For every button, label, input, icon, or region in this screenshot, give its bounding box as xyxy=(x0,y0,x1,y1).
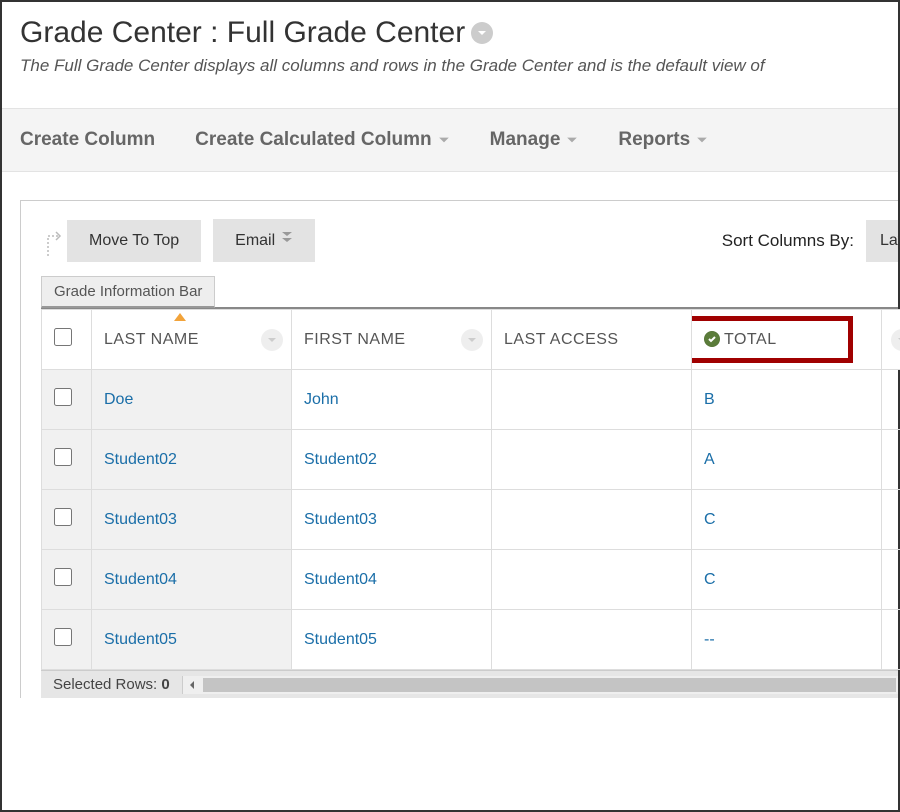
move-to-top-label: Move To Top xyxy=(89,232,179,250)
cell-last-access[interactable] xyxy=(492,490,692,550)
cell-extra[interactable] xyxy=(882,430,900,490)
cell-extra[interactable] xyxy=(882,370,900,430)
table-header-row: LAST NAME FIRST NAME LAST ACCESS xyxy=(42,310,900,370)
chevron-down-icon xyxy=(438,134,450,146)
manage-button[interactable]: Manage xyxy=(490,129,579,151)
reports-button[interactable]: Reports xyxy=(618,129,708,151)
title-chevron-icon[interactable] xyxy=(471,22,493,44)
cell-last-name[interactable]: Student04 xyxy=(92,550,292,610)
row-checkbox[interactable] xyxy=(54,568,72,586)
total-header-label: TOTAL xyxy=(724,331,777,348)
row-checkbox[interactable] xyxy=(54,508,72,526)
cell-last-access[interactable] xyxy=(492,550,692,610)
double-chevron-down-icon xyxy=(281,231,293,250)
selected-rows-label: Selected Rows: xyxy=(53,676,157,693)
cell-last-name[interactable]: Student03 xyxy=(92,490,292,550)
move-arrow-icon xyxy=(41,224,67,258)
create-calculated-column-button[interactable]: Create Calculated Column xyxy=(195,129,450,151)
cell-total[interactable]: C xyxy=(692,490,882,550)
cell-first-name[interactable]: Student04 xyxy=(292,550,492,610)
cell-total[interactable]: -- xyxy=(692,610,882,670)
manage-label: Manage xyxy=(490,129,561,151)
row-checkbox[interactable] xyxy=(54,448,72,466)
column-menu-icon[interactable] xyxy=(891,329,900,351)
cell-total[interactable]: C xyxy=(692,550,882,610)
table-row: Student05Student05 -- xyxy=(42,610,900,670)
check-circle-icon xyxy=(704,331,720,347)
cell-total[interactable]: B xyxy=(692,370,882,430)
cell-last-name[interactable]: Student02 xyxy=(92,430,292,490)
column-header-extra[interactable] xyxy=(882,310,900,370)
layout-order-label: Lay xyxy=(880,232,898,249)
table-row: Student04Student04 C xyxy=(42,550,900,610)
column-header-first-name[interactable]: FIRST NAME xyxy=(292,310,492,370)
cell-extra[interactable] xyxy=(882,610,900,670)
page-header: Grade Center : Full Grade Center The Ful… xyxy=(2,2,898,84)
grade-table: LAST NAME FIRST NAME LAST ACCESS xyxy=(41,309,900,670)
cell-last-access[interactable] xyxy=(492,610,692,670)
cell-first-name[interactable]: John xyxy=(292,370,492,430)
footer-bar: Selected Rows: 0 xyxy=(41,670,898,698)
last-name-header-label: LAST NAME xyxy=(104,331,199,348)
row-checkbox[interactable] xyxy=(54,388,72,406)
header-checkbox-cell xyxy=(42,310,92,370)
chevron-down-icon xyxy=(566,134,578,146)
cell-first-name[interactable]: Student03 xyxy=(292,490,492,550)
table-row: DoeJohn B xyxy=(42,370,900,430)
row-checkbox-cell xyxy=(42,370,92,430)
page-title: Grade Center : Full Grade Center xyxy=(20,16,465,50)
grade-information-bar[interactable]: Grade Information Bar xyxy=(41,276,215,308)
row-checkbox-cell xyxy=(42,550,92,610)
column-header-total[interactable]: TOTAL xyxy=(692,310,882,370)
sort-caret-up-icon xyxy=(174,310,186,327)
cell-extra[interactable] xyxy=(882,550,900,610)
column-header-last-access[interactable]: LAST ACCESS xyxy=(492,310,692,370)
horizontal-scrollbar[interactable] xyxy=(182,676,898,694)
cell-first-name[interactable]: Student02 xyxy=(292,430,492,490)
grid-toolbar: Move To Top Email Sort Columns By: Lay xyxy=(41,219,898,262)
scroll-left-icon[interactable] xyxy=(183,676,201,694)
create-column-label: Create Column xyxy=(20,129,155,151)
move-to-top-button[interactable]: Move To Top xyxy=(67,220,201,262)
select-all-checkbox[interactable] xyxy=(54,328,72,346)
page-description: The Full Grade Center displays all colum… xyxy=(20,56,880,76)
column-menu-icon[interactable] xyxy=(261,329,283,351)
layout-order-button[interactable]: Lay xyxy=(866,220,898,262)
action-bar: Create Column Create Calculated Column M… xyxy=(2,108,898,172)
cell-total[interactable]: A xyxy=(692,430,882,490)
table-row: Student02Student02 A xyxy=(42,430,900,490)
table-row: Student03Student03 C xyxy=(42,490,900,550)
selected-rows-count: 0 xyxy=(161,676,169,693)
cell-first-name[interactable]: Student05 xyxy=(292,610,492,670)
create-column-button[interactable]: Create Column xyxy=(20,129,155,151)
scroll-thumb[interactable] xyxy=(203,678,896,692)
grid-wrap: LAST NAME FIRST NAME LAST ACCESS xyxy=(41,307,898,670)
sort-columns-by-label: Sort Columns By: xyxy=(722,231,854,251)
email-label: Email xyxy=(235,232,275,250)
cell-extra[interactable] xyxy=(882,490,900,550)
cell-last-name[interactable]: Doe xyxy=(92,370,292,430)
page-title-row: Grade Center : Full Grade Center xyxy=(20,16,880,50)
row-checkbox-cell xyxy=(42,610,92,670)
column-menu-icon[interactable] xyxy=(461,329,483,351)
cell-last-access[interactable] xyxy=(492,370,692,430)
email-button[interactable]: Email xyxy=(213,219,315,262)
cell-last-name[interactable]: Student05 xyxy=(92,610,292,670)
selected-rows: Selected Rows: 0 xyxy=(41,672,182,697)
grid-area: Move To Top Email Sort Columns By: Lay G… xyxy=(20,200,898,698)
create-calculated-column-label: Create Calculated Column xyxy=(195,129,432,151)
column-header-last-name[interactable]: LAST NAME xyxy=(92,310,292,370)
first-name-header-label: FIRST NAME xyxy=(304,331,406,348)
row-checkbox[interactable] xyxy=(54,628,72,646)
reports-label: Reports xyxy=(618,129,690,151)
row-checkbox-cell xyxy=(42,430,92,490)
cell-last-access[interactable] xyxy=(492,430,692,490)
row-checkbox-cell xyxy=(42,490,92,550)
chevron-down-icon xyxy=(696,134,708,146)
last-access-header-label: LAST ACCESS xyxy=(504,331,619,348)
